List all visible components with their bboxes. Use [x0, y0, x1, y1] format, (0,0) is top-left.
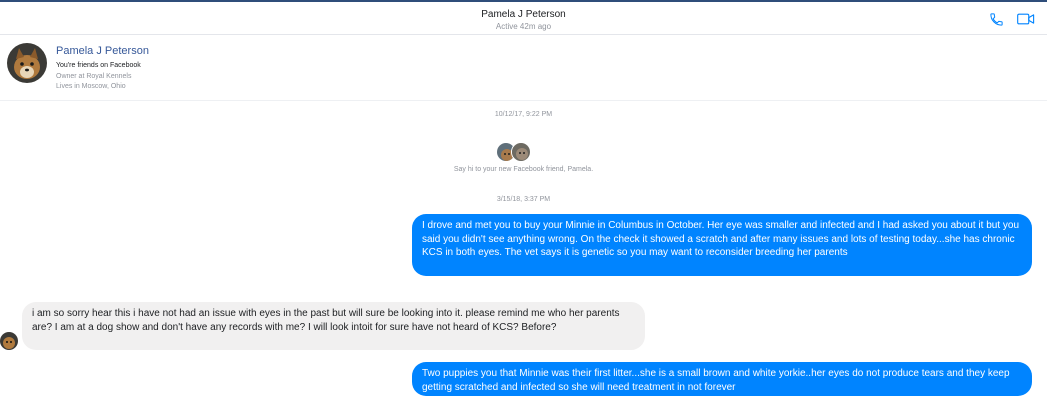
profile-card: Pamela J Peterson You're friends on Face…: [0, 36, 1047, 100]
header-actions: [987, 10, 1035, 28]
message-bubble-outgoing[interactable]: Two puppies you that Minnie was their fi…: [412, 362, 1032, 396]
timestamp: 3/15/18, 3:37 PM: [496, 196, 551, 203]
message-bubble-incoming[interactable]: i am so sorry hear this i have not had a…: [22, 302, 645, 350]
sender-avatar[interactable]: [0, 332, 18, 350]
profile-work: Owner at Royal Kennels: [56, 73, 132, 80]
avatar: [511, 142, 531, 162]
new-friends-avatars: [496, 142, 536, 164]
friends-status: You're friends on Facebook: [56, 62, 141, 69]
conversation-header: Pamela J Peterson Active 42m ago: [0, 0, 1047, 35]
contact-avatar[interactable]: [7, 43, 47, 83]
timestamp: 10/12/17, 9:22 PM: [494, 111, 553, 118]
profile-location: Lives in Moscow, Ohio: [56, 83, 126, 90]
phone-icon[interactable]: [987, 10, 1005, 28]
header-divider: [0, 100, 1047, 101]
video-camera-icon[interactable]: [1017, 10, 1035, 28]
header-contact-name[interactable]: Pamela J Peterson: [0, 9, 1047, 20]
new-friend-intro: Say hi to your new Facebook friend, Pame…: [453, 166, 594, 173]
profile-name[interactable]: Pamela J Peterson: [56, 45, 149, 57]
message-bubble-outgoing[interactable]: I drove and met you to buy your Minnie i…: [412, 214, 1032, 276]
header-active-status: Active 42m ago: [495, 22, 552, 31]
